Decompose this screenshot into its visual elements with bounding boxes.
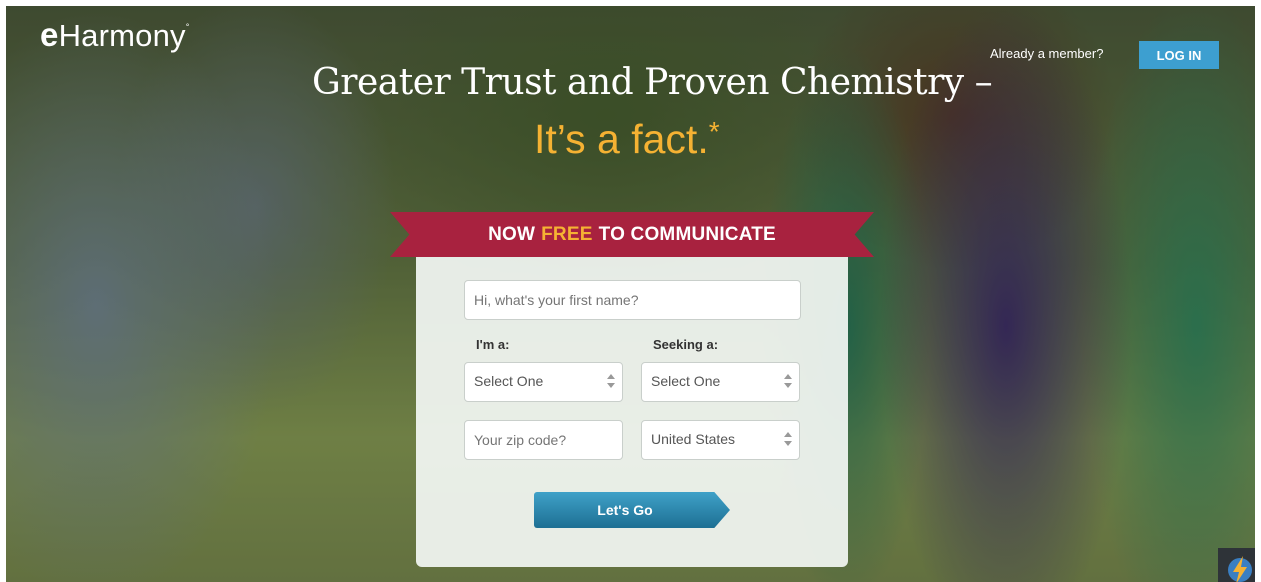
im-a-label: I'm a:	[476, 337, 510, 352]
im-a-select[interactable]: Select One	[464, 362, 623, 402]
free-to-communicate-banner: NOW FREE TO COMMUNICATE	[390, 212, 874, 257]
lets-go-button[interactable]: Let's Go	[534, 492, 730, 528]
country-select[interactable]: United States	[641, 420, 800, 460]
hero-tagline: It’s a fact.*	[534, 116, 720, 162]
select-arrows-icon	[784, 432, 792, 446]
select-arrows-icon	[607, 374, 615, 388]
zip-code-input[interactable]	[464, 420, 623, 460]
seeking-select[interactable]: Select One	[641, 362, 800, 402]
first-name-input[interactable]	[464, 280, 801, 320]
lightning-bolt-badge[interactable]	[1218, 548, 1255, 582]
hero-headline: Greater Trust and Proven Chemistry –	[312, 62, 993, 103]
eharmony-logo[interactable]: eHarmony°	[40, 16, 190, 54]
signup-form-card: I'm a: Seeking a: Select One Select One …	[416, 257, 848, 567]
lightning-bolt-icon	[1228, 556, 1252, 582]
seeking-label: Seeking a:	[653, 337, 719, 352]
login-button[interactable]: LOG IN	[1139, 41, 1219, 69]
already-member-text: Already a member?	[990, 46, 1104, 61]
hero-background: eHarmony° Already a member? LOG IN Great…	[6, 6, 1255, 582]
select-arrows-icon	[784, 374, 792, 388]
